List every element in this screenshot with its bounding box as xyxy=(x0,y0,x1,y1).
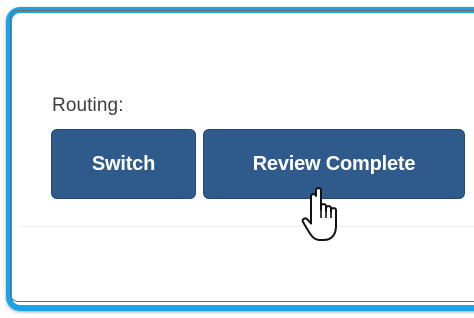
hand-pointer-cursor-icon xyxy=(301,187,337,241)
switch-button[interactable]: Switch xyxy=(51,129,196,199)
section-divider xyxy=(20,226,474,227)
routing-label: Routing: xyxy=(52,95,124,116)
